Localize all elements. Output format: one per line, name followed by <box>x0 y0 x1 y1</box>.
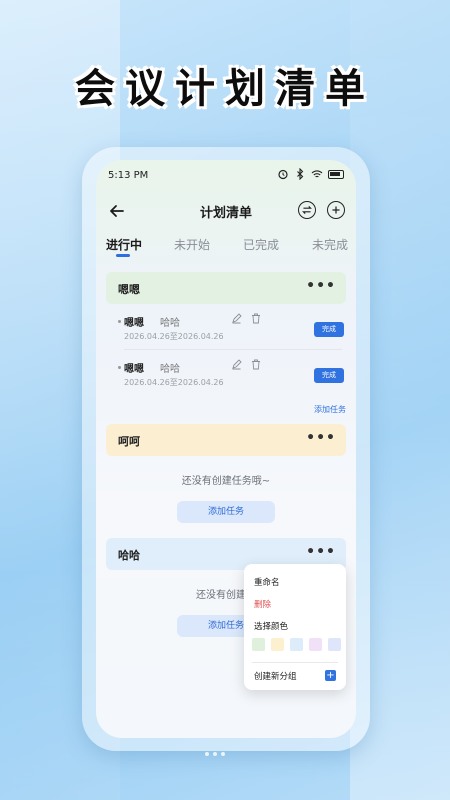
plus-icon[interactable]: + <box>325 670 336 681</box>
group-name: 嗯嗯 <box>118 283 140 296</box>
group-header: 嗯嗯 ••• <box>106 272 346 304</box>
task-date-range: 2026.04.26至2026.04.26 <box>124 378 224 387</box>
group-name: 哈哈 <box>118 549 140 562</box>
menu-item-delete[interactable]: 删除 <box>254 598 271 610</box>
status-time: 5:13 PM <box>108 170 149 181</box>
top-app-bar: 计划清单 <box>96 198 356 226</box>
active-tab-indicator <box>116 254 130 257</box>
task-title: 嗯嗯 <box>124 364 144 375</box>
color-swatch-blue[interactable] <box>290 638 303 651</box>
color-swatch-lavender[interactable] <box>328 638 341 651</box>
tab-not-started[interactable]: 未开始 <box>174 236 210 253</box>
trash-icon[interactable] <box>251 359 261 370</box>
menu-item-new-group[interactable]: 创建新分组 <box>254 670 297 682</box>
edit-icon[interactable] <box>231 359 242 370</box>
task-subtitle: 哈哈 <box>160 318 180 329</box>
task-date-range: 2026.04.26至2026.04.26 <box>124 332 224 341</box>
wifi-icon <box>311 170 323 178</box>
task-title: 嗯嗯 <box>124 318 144 329</box>
status-tabs: 进行中 未开始 已完成 未完成 <box>96 232 356 262</box>
task-row[interactable]: 嗯嗯 哈哈 2026.04.26至2026.04.26 完成 <box>106 304 346 350</box>
more-options-button[interactable]: ••• <box>306 278 336 294</box>
color-swatch-green[interactable] <box>252 638 265 651</box>
tab-completed[interactable]: 已完成 <box>243 236 279 253</box>
task-subtitle: 哈哈 <box>160 364 180 375</box>
page-title: 计划清单 <box>199 206 252 221</box>
tab-incomplete[interactable]: 未完成 <box>312 236 348 253</box>
add-task-button[interactable]: 添加任务 <box>177 501 275 523</box>
group-options-menu: 重命名 删除 选择颜色 创建新分组 + <box>244 564 346 690</box>
complete-button[interactable]: 完成 <box>314 322 344 337</box>
carousel-dots <box>205 752 225 756</box>
swap-icon[interactable] <box>298 201 316 219</box>
battery-icon <box>328 169 344 179</box>
group-header: 呵呵 ••• <box>106 424 346 456</box>
menu-divider <box>252 662 338 663</box>
bluetooth-icon <box>297 168 304 180</box>
color-swatch-yellow[interactable] <box>271 638 284 651</box>
carousel-dot <box>221 752 225 756</box>
app-screen: 5:13 PM 计划清单 进行中 未开始 已完成 未完成 嗯嗯 ••• 嗯嗯 哈… <box>96 160 356 738</box>
trash-icon[interactable] <box>251 313 261 324</box>
menu-item-rename[interactable]: 重命名 <box>254 576 280 588</box>
tab-in-progress[interactable]: 进行中 <box>106 236 142 253</box>
add-circle-icon[interactable] <box>327 201 345 219</box>
group-card: 呵呵 ••• 还没有创建任务哦~ 添加任务 <box>106 424 346 523</box>
group-name: 呵呵 <box>118 435 140 448</box>
carousel-dot <box>205 752 209 756</box>
color-swatch-purple[interactable] <box>309 638 322 651</box>
more-options-button[interactable]: ••• <box>306 544 336 560</box>
edit-icon[interactable] <box>231 313 242 324</box>
status-icons <box>277 168 344 180</box>
carousel-dot <box>213 752 217 756</box>
complete-button[interactable]: 完成 <box>314 368 344 383</box>
empty-state-text: 还没有创建任务哦~ <box>181 476 271 487</box>
status-bar: 5:13 PM <box>96 160 356 192</box>
task-bullet <box>118 366 121 369</box>
group-card: 嗯嗯 ••• 嗯嗯 哈哈 2026.04.26至2026.04.26 完成 嗯嗯… <box>106 272 346 418</box>
color-swatches <box>252 638 341 651</box>
add-task-link[interactable]: 添加任务 <box>106 396 346 418</box>
alarm-icon <box>278 169 288 180</box>
more-options-button[interactable]: ••• <box>306 430 336 446</box>
menu-label-choose-color: 选择颜色 <box>254 622 289 632</box>
task-bullet <box>118 320 121 323</box>
task-row[interactable]: 嗯嗯 哈哈 2026.04.26至2026.04.26 完成 <box>106 350 346 396</box>
promo-title: 会议计划清单 <box>75 66 375 112</box>
